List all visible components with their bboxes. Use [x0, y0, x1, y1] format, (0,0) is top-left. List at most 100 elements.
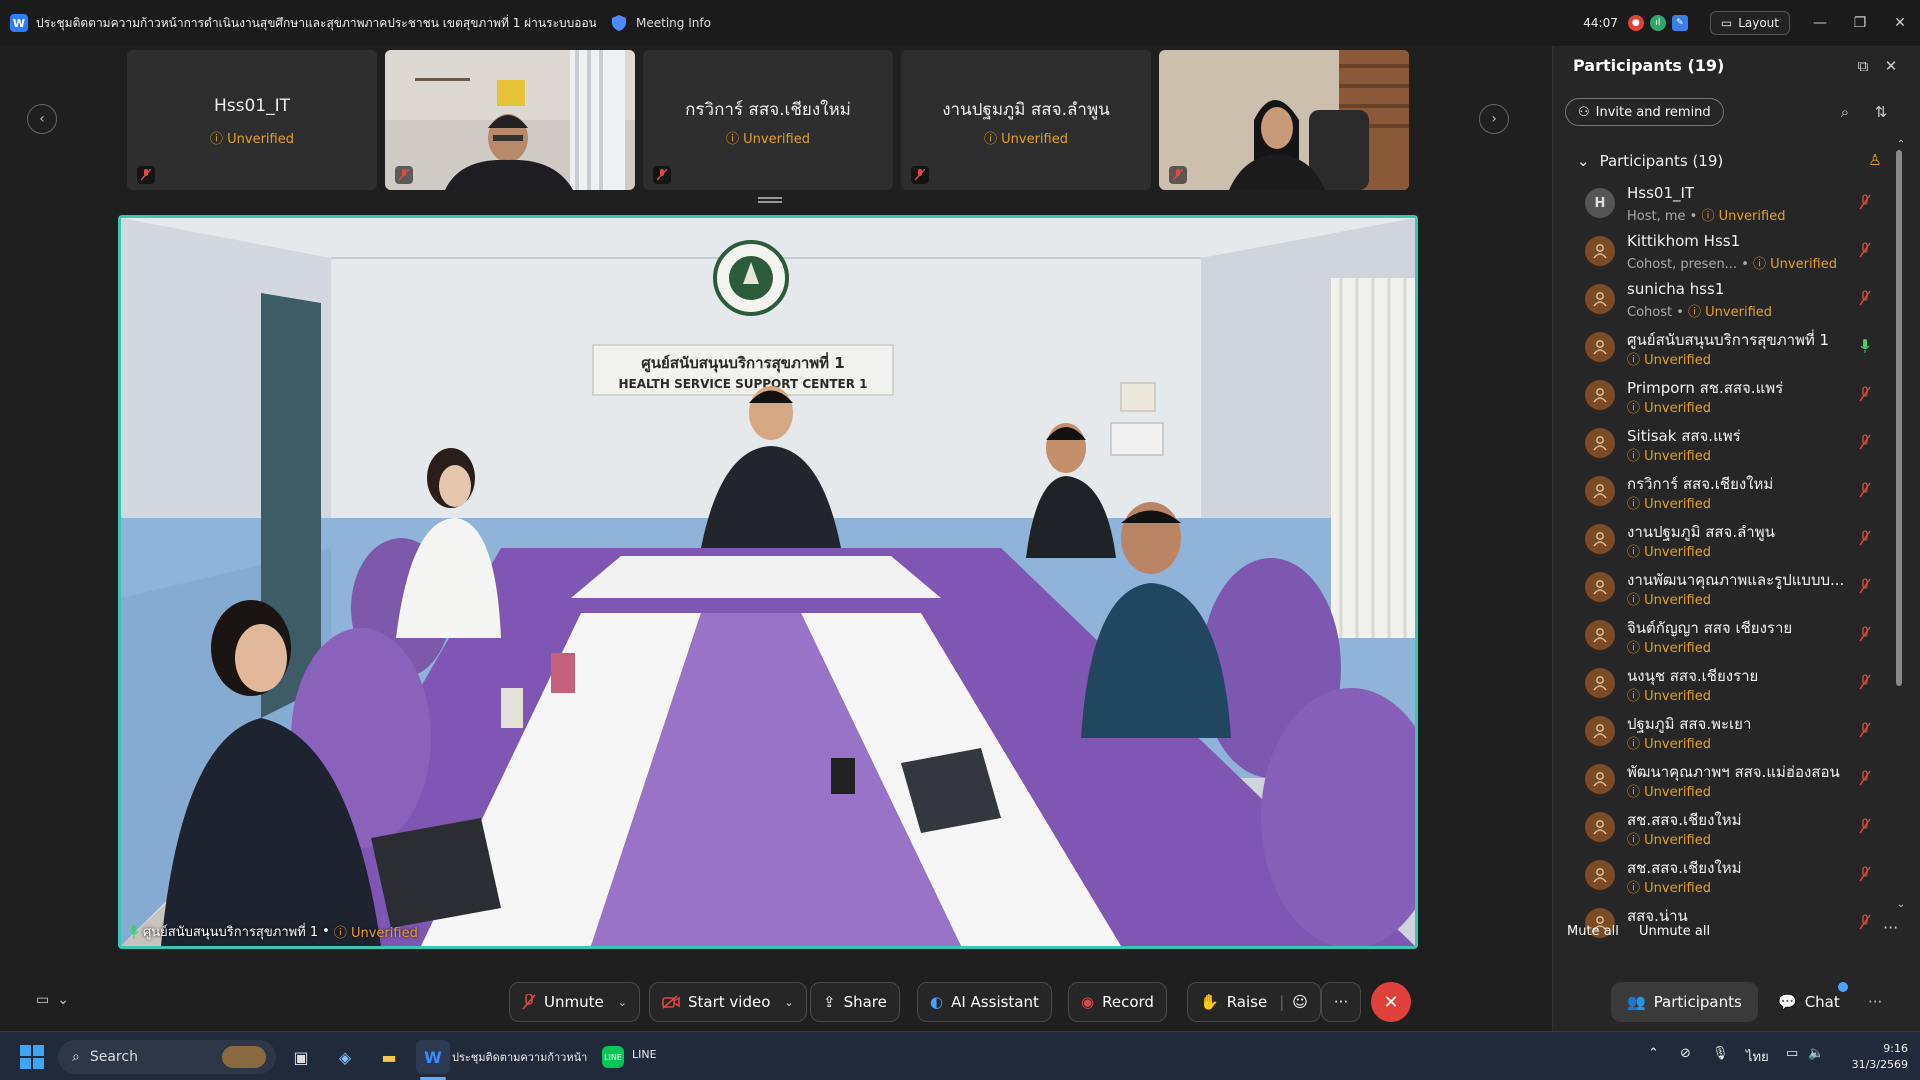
muted-mic-icon[interactable]: [1858, 242, 1872, 258]
participant-row[interactable]: Sitisak สสจ.แพร่ ⓘ Unverified: [1553, 420, 1898, 468]
muted-mic-icon[interactable]: [1858, 578, 1872, 594]
participant-thumbnail[interactable]: กรวิการ์ สสจ.เชียงใหม่ ⓘ Unverified: [643, 50, 893, 190]
participant-thumbnail-video[interactable]: [1159, 50, 1409, 190]
recording-status-icon[interactable]: ●: [1627, 15, 1644, 31]
participants-button[interactable]: 👥 Participants: [1611, 982, 1758, 1022]
raise-hand-button[interactable]: ✋ Raise | ☺: [1187, 982, 1321, 1022]
muted-mic-icon[interactable]: [1858, 770, 1872, 786]
network-status-icon[interactable]: ıl: [1649, 15, 1666, 31]
pop-out-icon[interactable]: ⧉: [1853, 56, 1873, 76]
participant-row[interactable]: งานพัฒนาคุณภาพและรูปแบบบ... ⓘ Unverified: [1553, 564, 1898, 612]
participant-row[interactable]: ปฐมภูมิ สสจ.พะเยา ⓘ Unverified: [1553, 708, 1898, 756]
chevron-down-icon[interactable]: ⌄: [618, 996, 627, 1009]
captions-button[interactable]: ▭ ⌄: [36, 992, 69, 1008]
system-clock[interactable]: 9:16 31/3/2569: [1846, 1041, 1908, 1073]
mic-muted-tray-icon[interactable]: 🎙: [1712, 1046, 1729, 1061]
layout-button[interactable]: ▭ Layout: [1709, 11, 1790, 35]
muted-mic-icon[interactable]: [1858, 674, 1872, 690]
resize-handle[interactable]: [758, 197, 782, 203]
windows-start-icon[interactable]: [20, 1045, 44, 1069]
lobby-icon[interactable]: ♙: [1865, 150, 1885, 170]
tray-chevron-up-icon[interactable]: ⌃: [1648, 1046, 1659, 1061]
language-indicator[interactable]: ไทย: [1746, 1046, 1769, 1067]
muted-mic-icon[interactable]: [1858, 818, 1872, 834]
participant-row[interactable]: Primporn สช.สสจ.แพร่ ⓘ Unverified: [1553, 372, 1898, 420]
thumbnail-status: ⓘ Unverified: [726, 132, 810, 147]
participant-row[interactable]: sunicha hss1 Cohost • ⓘ Unverified: [1553, 276, 1898, 324]
participant-row[interactable]: กรวิการ์ สสจ.เชียงใหม่ ⓘ Unverified: [1553, 468, 1898, 516]
participant-row[interactable]: นงนุช สสจ.เชียงราย ⓘ Unverified: [1553, 660, 1898, 708]
chevron-down-icon[interactable]: ⌄: [784, 996, 793, 1009]
captions-icon: ▭: [36, 992, 50, 1008]
muted-mic-icon[interactable]: [1858, 434, 1872, 450]
webex-taskbar-label[interactable]: ประชุมติดตามความก้าวหน้า: [452, 1048, 587, 1066]
webex-taskbar-icon[interactable]: W: [416, 1040, 450, 1074]
participant-thumbnail[interactable]: งานปฐมภูมิ สสจ.ลำพูน ⓘ Unverified: [901, 50, 1151, 190]
video-feed-woman: [1159, 50, 1409, 190]
invite-and-remind-button[interactable]: ⚇ Invite and remind: [1565, 98, 1724, 126]
task-view-icon[interactable]: ▣: [284, 1040, 318, 1074]
participant-row[interactable]: สช.สสจ.เชียงใหม่ ⓘ Unverified: [1553, 852, 1898, 900]
meeting-room-scene: ศูนย์สนับสนุนบริการสุขภาพที่ 1 HEALTH SE…: [121, 218, 1415, 946]
assistant-status-icon[interactable]: ✎: [1671, 15, 1688, 31]
mute-all-button[interactable]: Mute all: [1567, 924, 1619, 939]
search-icon[interactable]: ⌕: [1835, 102, 1855, 122]
more-options-icon[interactable]: ···: [1860, 982, 1890, 1022]
unmute-button[interactable]: Unmute ⌄: [509, 982, 640, 1022]
participant-row[interactable]: พัฒนาคุณภาพฯ สสจ.แม่ฮ่องสอน ⓘ Unverified: [1553, 756, 1898, 804]
scrollbar-thumb[interactable]: [1896, 150, 1902, 686]
muted-mic-icon[interactable]: [1858, 482, 1872, 498]
muted-mic-icon[interactable]: [1858, 386, 1872, 402]
thumbnails-prev-icon[interactable]: ‹: [27, 104, 57, 134]
muted-mic-icon[interactable]: [1858, 194, 1872, 210]
sort-icon[interactable]: ⇅: [1871, 102, 1891, 122]
muted-mic-icon[interactable]: [1858, 626, 1872, 642]
record-button[interactable]: ◉ Record: [1068, 982, 1167, 1022]
participant-row[interactable]: สช.สสจ.เชียงใหม่ ⓘ Unverified: [1553, 804, 1898, 852]
minimize-icon[interactable]: —: [1800, 0, 1840, 46]
muted-mic-icon[interactable]: [1858, 722, 1872, 738]
line-app-icon[interactable]: LINE: [596, 1040, 630, 1074]
meeting-info-link[interactable]: Meeting Info: [636, 16, 711, 30]
participant-role: Cohost: [1627, 305, 1673, 320]
restore-icon[interactable]: ❐: [1840, 0, 1880, 46]
participant-thumbnail[interactable]: Hss01_IT ⓘ Unverified: [127, 50, 377, 190]
close-window-icon[interactable]: ✕: [1880, 0, 1920, 46]
line-taskbar-label[interactable]: LINE: [632, 1048, 657, 1061]
display-icon[interactable]: ▭: [1786, 1046, 1798, 1061]
participant-row[interactable]: ศูนย์สนับสนุนบริการสุขภาพที่ 1 ⓘ Unverifi…: [1553, 324, 1898, 372]
more-options-icon[interactable]: ···: [1883, 918, 1898, 937]
taskbar-search[interactable]: ⌕ Search: [58, 1040, 276, 1074]
close-panel-icon[interactable]: ✕: [1881, 56, 1901, 76]
copilot-icon[interactable]: ◈: [328, 1040, 362, 1074]
share-button[interactable]: ⇪ Share: [810, 982, 900, 1022]
participant-row[interactable]: Kittikhom Hss1 Cohost, presen... • ⓘ Unve…: [1553, 228, 1898, 276]
thumbnails-next-icon[interactable]: ›: [1479, 104, 1509, 134]
participant-thumbnail-video[interactable]: [385, 50, 635, 190]
participant-row[interactable]: จินต์กัญญา สสจ เชียงราย ⓘ Unverified: [1553, 612, 1898, 660]
start-video-button[interactable]: Start video ⌄: [649, 982, 807, 1022]
active-mic-icon[interactable]: [1858, 338, 1872, 354]
participant-row[interactable]: งานปฐมภูมิ สสจ.ลำพูน ⓘ Unverified: [1553, 516, 1898, 564]
ai-assistant-button[interactable]: ◐ AI Assistant: [917, 982, 1052, 1022]
muted-mic-icon[interactable]: [1858, 914, 1872, 930]
muted-mic-icon[interactable]: [1858, 290, 1872, 306]
unmute-all-button[interactable]: Unmute all: [1639, 924, 1710, 939]
participants-group-header[interactable]: ⌄ Participants (19): [1577, 152, 1723, 170]
shield-icon[interactable]: [612, 15, 626, 31]
scroll-down-icon[interactable]: ⌄: [1891, 894, 1911, 914]
meeting-timer: 44:07: [1583, 16, 1618, 30]
muted-mic-icon[interactable]: [1858, 530, 1872, 546]
participant-name: sunicha hss1: [1627, 280, 1725, 298]
more-button[interactable]: ···: [1321, 982, 1361, 1022]
muted-mic-icon[interactable]: [1858, 866, 1872, 882]
leave-meeting-button[interactable]: ✕: [1371, 982, 1411, 1022]
network-off-icon[interactable]: ⊘: [1680, 1046, 1691, 1061]
participant-row[interactable]: H Hss01_IT Host, me • ⓘ Unverified: [1553, 180, 1898, 228]
file-explorer-icon[interactable]: ▬: [372, 1040, 406, 1074]
volume-icon[interactable]: 🔈: [1808, 1046, 1824, 1061]
reactions-icon[interactable]: ☺: [1292, 993, 1308, 1011]
thumbnail-name: Hss01_IT: [213, 96, 291, 116]
active-speaker-video[interactable]: ศูนย์สนับสนุนบริการสุขภาพที่ 1 HEALTH SE…: [118, 215, 1418, 949]
scroll-up-icon[interactable]: ⌃: [1891, 134, 1911, 154]
